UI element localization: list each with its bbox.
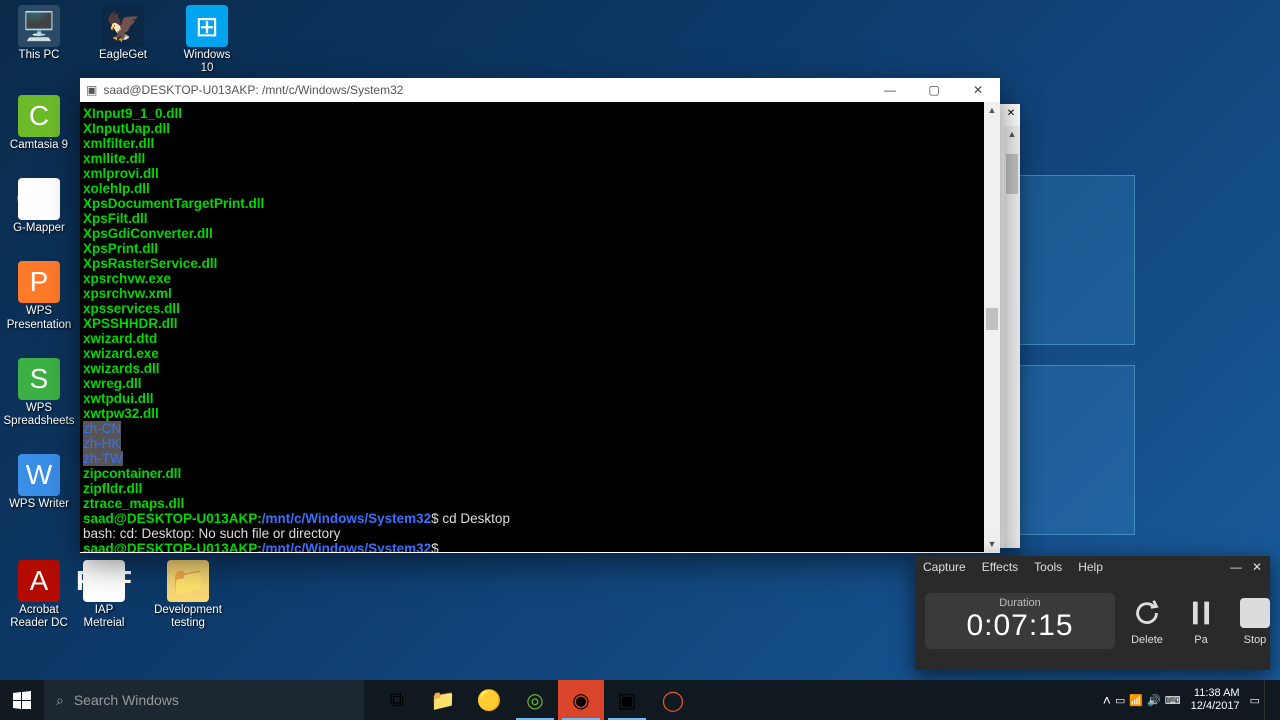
gmapper-icon: GM <box>18 178 60 220</box>
refresh-icon <box>1130 596 1164 630</box>
monitor-icon: 🖥️ <box>18 5 60 47</box>
pause-button[interactable]: Pa <box>1179 596 1223 646</box>
task-view-button[interactable]: ⧉ <box>374 680 420 720</box>
search-placeholder: Search Windows <box>74 692 179 708</box>
scrollbar[interactable]: ▲ ▼ <box>984 102 1000 552</box>
desktop-icon-eagleget[interactable]: 🦅 EagleGet <box>92 5 154 75</box>
time: 11:38 AM <box>1191 687 1240 700</box>
recorder-button[interactable]: ◉ <box>558 680 604 720</box>
minimize-button[interactable]: — <box>1230 560 1242 574</box>
label: IAP Metreial <box>73 604 135 630</box>
label: WPS Writer <box>9 498 69 511</box>
window-title: saad@DESKTOP-U013AKP: /mnt/c/Windows/Sys… <box>103 83 403 97</box>
close-icon[interactable]: ✕ <box>1002 104 1020 122</box>
task-icons: ⧉ 📁 🟡 ◎ ◉ ▣ ◯ <box>374 680 696 720</box>
windows-icon: ⊞ <box>186 5 228 47</box>
scrollbar[interactable]: ▲ <box>1004 126 1020 548</box>
pause-icon <box>1184 596 1218 630</box>
close-button[interactable]: ✕ <box>1252 560 1262 574</box>
notifications-icon[interactable]: ▭ <box>1250 694 1260 707</box>
recorder-panel: Capture Effects Tools Help — ✕ Duration … <box>915 556 1270 670</box>
duration-box: Duration 0:07:15 <box>925 593 1115 649</box>
desktop-icon-iap[interactable]: PDF IAP Metreial <box>73 560 135 630</box>
taskbar: ⌕ Search Windows ⧉ 📁 🟡 ◎ ◉ ▣ ◯ ˄ ▭ 📶 🔊 ⌨… <box>0 680 1280 720</box>
stop-button[interactable]: Stop <box>1233 596 1277 646</box>
desktop-col: C Camtasia 9 GM G-Mapper P WPS Presentat… <box>8 95 70 512</box>
scroll-down-icon[interactable]: ▼ <box>984 536 1000 552</box>
desktop-icon-gmapper[interactable]: GM G-Mapper <box>8 178 70 235</box>
volume-icon[interactable]: 🔊 <box>1147 694 1161 707</box>
desktop-icon-wps-writer[interactable]: W WPS Writer <box>8 454 70 511</box>
menu-tools[interactable]: Tools <box>1034 560 1062 574</box>
label: WPS Spreadsheets <box>4 402 75 428</box>
wallpaper-accent <box>1015 175 1275 535</box>
show-desktop[interactable] <box>1264 680 1272 720</box>
desktop-icon-camtasia[interactable]: C Camtasia 9 <box>8 95 70 152</box>
scroll-thumb[interactable] <box>986 308 998 330</box>
desktop-icon-windows10[interactable]: ⊞ Windows 10 <box>176 5 238 75</box>
terminal-window: ▣ saad@DESKTOP-U013AKP: /mnt/c/Windows/S… <box>80 78 1000 553</box>
duration-label: Duration <box>925 597 1115 609</box>
label: Windows 10 <box>176 49 238 75</box>
spreadsheet-icon: S <box>18 358 60 400</box>
system-tray: ˄ ▭ 📶 🔊 ⌨ 11:38 AM 12/4/2017 ▭ <box>1103 680 1280 720</box>
camtasia-icon: C <box>18 95 60 137</box>
clock[interactable]: 11:38 AM 12/4/2017 <box>1185 687 1246 713</box>
menu-capture[interactable]: Capture <box>923 560 966 574</box>
keyboard-icon[interactable]: ⌨ <box>1165 694 1181 707</box>
file-explorer-button[interactable]: 📁 <box>420 680 466 720</box>
date: 12/4/2017 <box>1191 700 1240 713</box>
search-icon: ⌕ <box>56 692 64 709</box>
start-button[interactable] <box>0 680 44 720</box>
label: Development testing <box>154 604 222 630</box>
writer-icon: W <box>18 454 60 496</box>
recorder-menu: Capture Effects Tools Help — ✕ <box>915 556 1270 578</box>
battery-icon[interactable]: ▭ <box>1115 694 1125 707</box>
label: G-Mapper <box>13 222 65 235</box>
label: This PC <box>19 49 60 62</box>
desktop-row2: PDF IAP Metreial 📁 Development testing <box>73 560 219 630</box>
label: Camtasia 9 <box>10 139 68 152</box>
camtasia-button[interactable]: ◎ <box>512 680 558 720</box>
desktop-icon-wps-presentation[interactable]: P WPS Presentation <box>8 261 70 331</box>
windows-icon <box>13 691 31 709</box>
presentation-icon: P <box>18 261 60 303</box>
duration-value: 0:07:15 <box>925 609 1115 643</box>
desktop-icon-wps-spreadsheets[interactable]: S WPS Spreadsheets <box>8 358 70 428</box>
desktop-icon-thispc[interactable]: 🖥️ This PC <box>8 5 70 75</box>
search-box[interactable]: ⌕ Search Windows <box>44 680 364 720</box>
folder-icon: 📁 <box>167 560 209 602</box>
ubuntu-button[interactable]: ◯ <box>650 680 696 720</box>
terminal-body[interactable]: XInput9_1_0.dllXInputUap.dllxmlfilter.dl… <box>80 102 1000 552</box>
desktop: 🖥️ This PC 🦅 EagleGet ⊞ Windows 10 <box>8 5 268 75</box>
label: EagleGet <box>99 49 147 62</box>
terminal-button[interactable]: ▣ <box>604 680 650 720</box>
pdf-icon: PDF <box>83 560 125 602</box>
label: WPS Presentation <box>7 305 72 331</box>
tray-expand-icon[interactable]: ˄ <box>1103 692 1111 708</box>
close-button[interactable]: ✕ <box>956 78 1000 102</box>
desktop-icon-acrobat[interactable]: A Acrobat Reader DC <box>8 560 70 630</box>
delete-button[interactable]: Delete <box>1125 596 1169 646</box>
label: Acrobat Reader DC <box>8 604 70 630</box>
scroll-thumb[interactable] <box>1006 154 1018 194</box>
wifi-icon[interactable]: 📶 <box>1129 694 1143 707</box>
acrobat-icon: A <box>18 560 60 602</box>
eagle-icon: 🦅 <box>102 5 144 47</box>
menu-help[interactable]: Help <box>1078 560 1103 574</box>
chrome-button[interactable]: 🟡 <box>466 680 512 720</box>
maximize-button[interactable]: ▢ <box>912 78 956 102</box>
scroll-up-icon[interactable]: ▲ <box>984 102 1000 118</box>
desktop-icon-devtest[interactable]: 📁 Development testing <box>157 560 219 630</box>
terminal-icon: ▣ <box>86 83 97 97</box>
menu-effects[interactable]: Effects <box>982 560 1018 574</box>
minimize-button[interactable]: — <box>868 78 912 102</box>
stop-icon <box>1238 596 1272 630</box>
titlebar[interactable]: ▣ saad@DESKTOP-U013AKP: /mnt/c/Windows/S… <box>80 78 1000 102</box>
